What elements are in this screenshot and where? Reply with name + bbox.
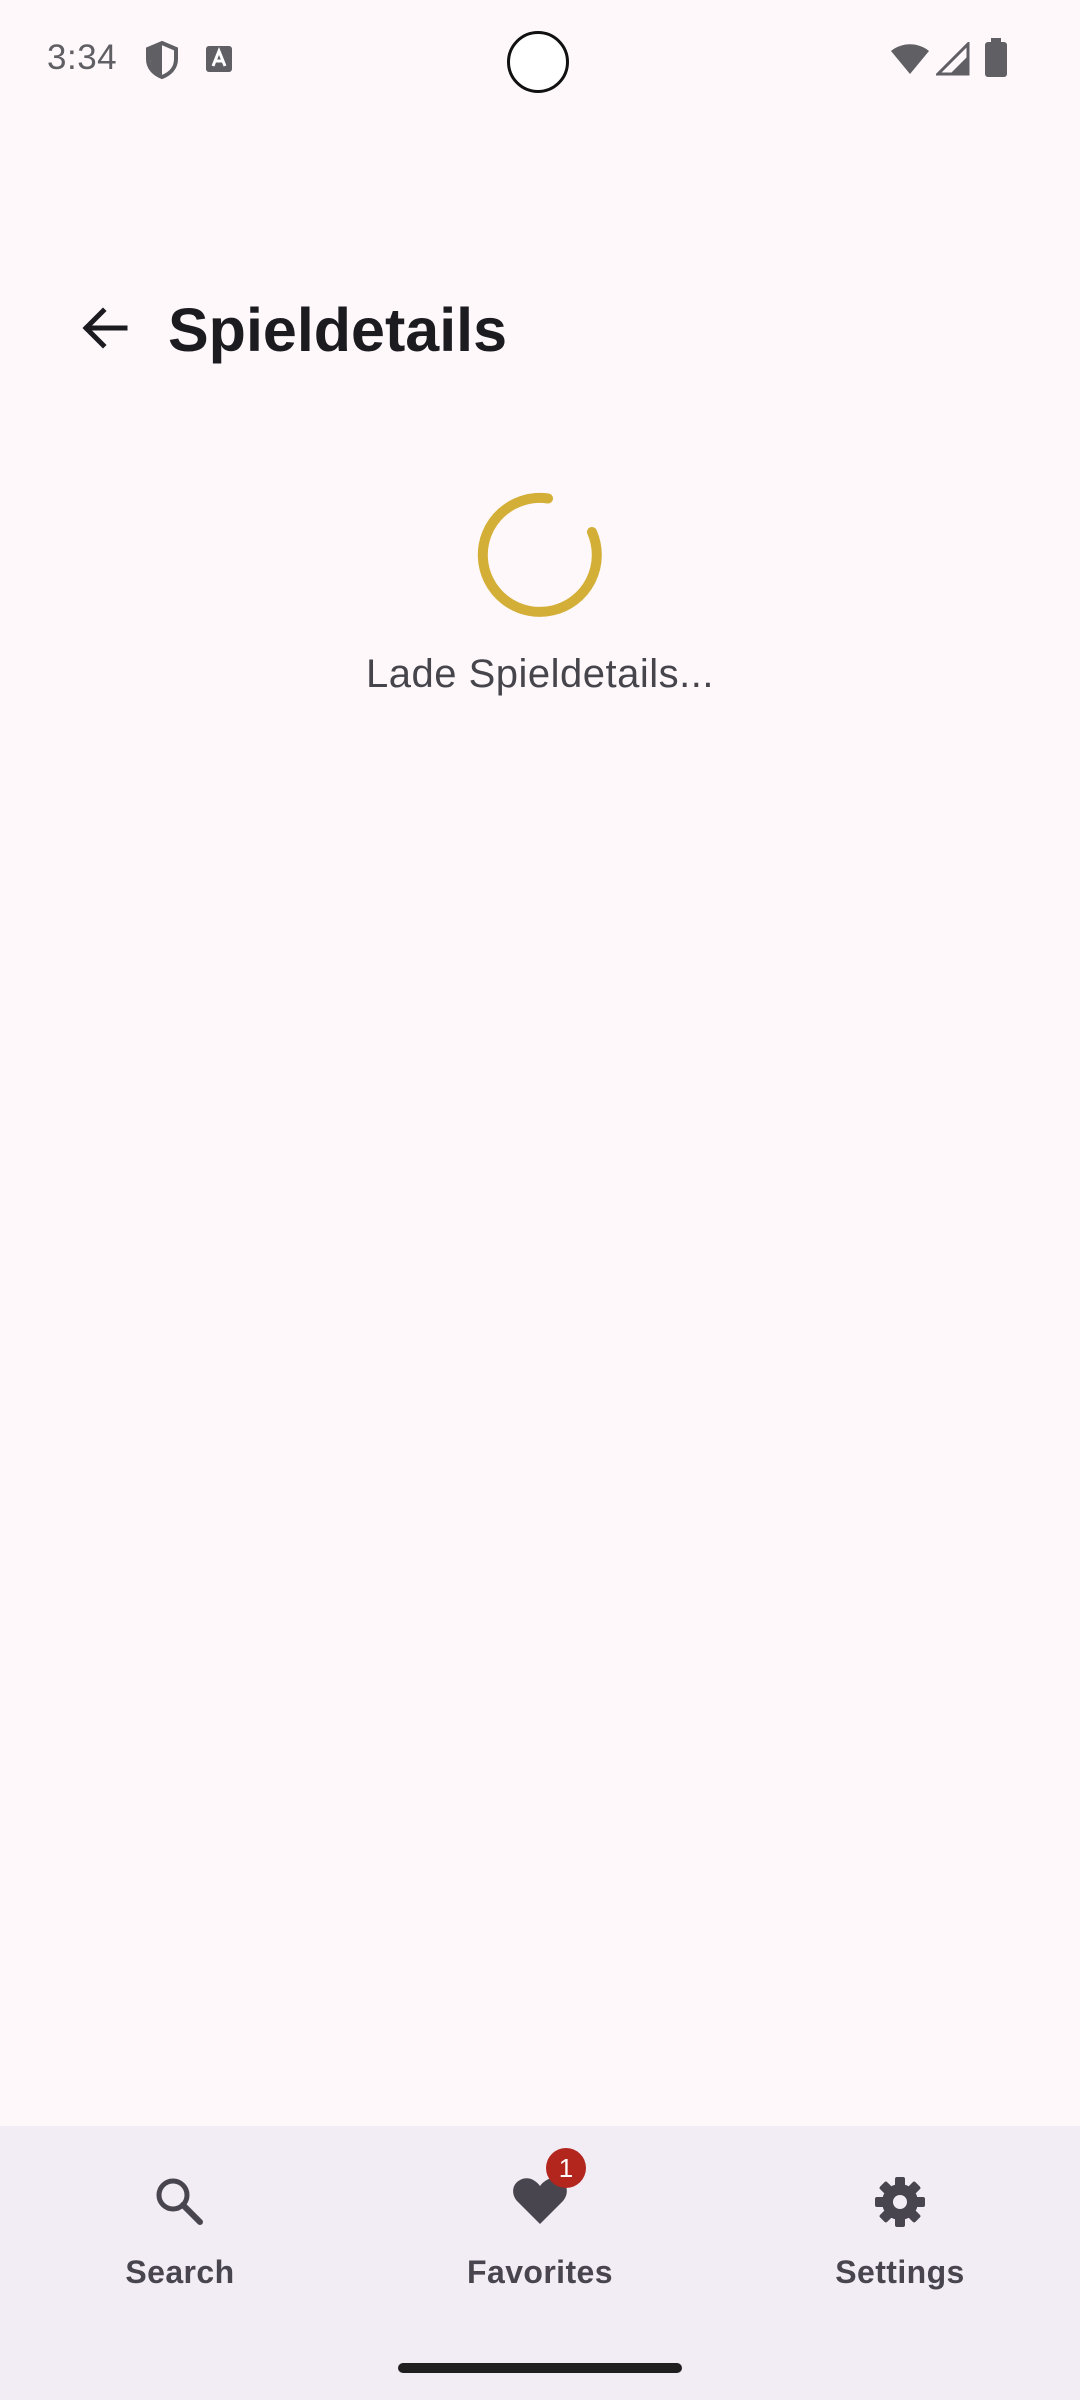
camera-cutout [507, 31, 569, 93]
loading-spinner [476, 490, 606, 620]
heart-icon: 1 [510, 2148, 586, 2232]
nav-label-search: Search [125, 2254, 235, 2290]
nav-label-settings: Settings [835, 2254, 965, 2290]
status-time: 3:34 [47, 38, 118, 77]
shield-icon [145, 40, 179, 85]
arrow-back-icon [79, 302, 131, 359]
search-icon [150, 2172, 210, 2232]
back-button[interactable] [60, 270, 150, 390]
loading-text: Lade Spieldetails... [365, 652, 714, 696]
bottom-navigation: Search 1 Favorites Settings [0, 2126, 1080, 2400]
page-title: Spieldetails [168, 296, 508, 364]
nav-label-favorites: Favorites [467, 2254, 613, 2290]
cell-signal-icon [934, 40, 970, 81]
screen: 3:34 Spieldetails Lade Spieldetails... S… [0, 0, 1080, 2400]
favorites-badge: 1 [546, 2148, 586, 2188]
battery-icon [984, 38, 1008, 83]
text-a-icon [204, 44, 236, 81]
gear-icon [870, 2172, 930, 2232]
wifi-icon [890, 42, 930, 81]
gesture-bar[interactable] [398, 2363, 682, 2373]
nav-item-settings[interactable]: Settings [720, 2126, 1080, 2326]
status-bar: 3:34 [0, 0, 1080, 120]
nav-item-favorites[interactable]: 1 Favorites [360, 2126, 720, 2326]
nav-item-search[interactable]: Search [0, 2126, 360, 2326]
top-app-bar: Spieldetails [0, 270, 1080, 390]
